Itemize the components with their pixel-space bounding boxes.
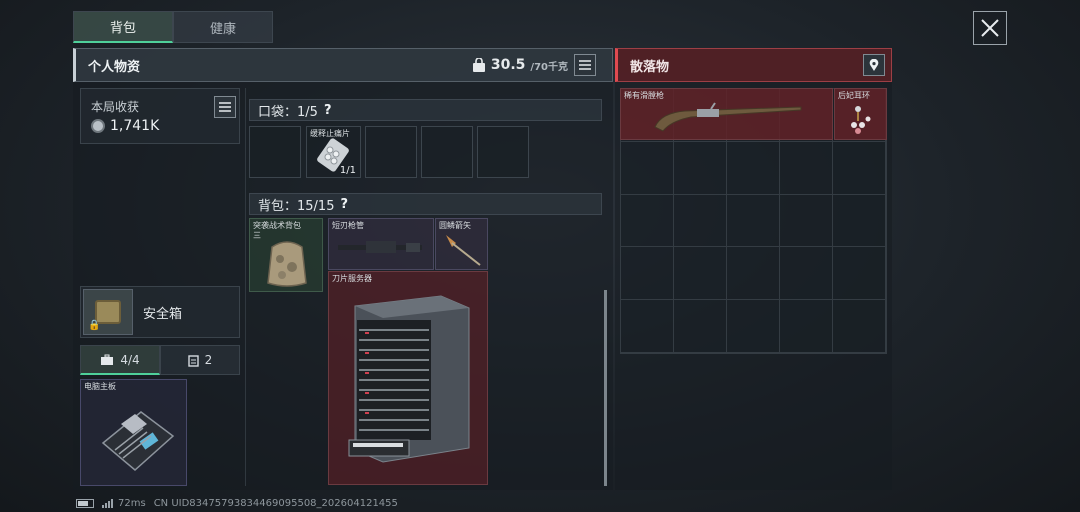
personal-list-button[interactable] (574, 54, 596, 76)
close-button[interactable] (973, 11, 1007, 45)
pocket-slot-4[interactable] (421, 126, 473, 178)
tab-cards[interactable]: 2 (160, 345, 240, 375)
bag-header: 背包：15/15 ? (249, 193, 602, 215)
tab-backpack[interactable]: 背包 (73, 11, 173, 43)
blade-server-icon (348, 295, 470, 463)
weight-display: 30.5 /70千克 (472, 57, 568, 73)
assault-pack-slot[interactable]: 突袭战术背包三 (249, 218, 323, 292)
ping-value: 72ms (118, 498, 146, 509)
coin-icon (91, 119, 105, 133)
backpack-icon (267, 241, 307, 287)
safebox-card[interactable]: 🔒 安全箱 (80, 286, 240, 338)
list-icon (579, 60, 591, 70)
tab-tools[interactable]: 4/4 (80, 345, 160, 375)
lock-icon: 🔒 (88, 320, 101, 331)
scatter-title: 散落物 (630, 59, 670, 75)
motherboard-label: 电脑主板 (84, 382, 116, 391)
weight-max: /70千克 (530, 61, 568, 73)
safebox-subtabs: 4/4 2 (80, 345, 240, 375)
gains-card: 本局收获 1,741K (80, 88, 240, 144)
pocket-slot-3[interactable] (365, 126, 417, 178)
scatter-header: 散落物 (615, 48, 892, 82)
toolbox-icon (101, 354, 114, 365)
personal-header: 个人物资 30.5 /70千克 (73, 48, 613, 82)
barrel-slot[interactable]: 短刃枪管 (328, 218, 434, 270)
tab-tools-count: 4/4 (120, 352, 140, 367)
gun-barrel-icon (338, 241, 422, 253)
column-divider (245, 88, 246, 486)
scatter-location-button[interactable] (863, 54, 885, 76)
server-slot[interactable]: 刀片服务器 (328, 271, 488, 485)
battery-icon (76, 499, 94, 508)
bag-help-icon[interactable]: ? (340, 197, 348, 212)
list-icon (219, 102, 231, 112)
motherboard-icon (101, 411, 175, 471)
signal-icon (102, 499, 113, 508)
clipboard-icon (187, 354, 199, 367)
arrow-slot[interactable]: 圆鳞箭矢 (435, 218, 488, 270)
pocket-label: 口袋：1/5 (258, 104, 318, 120)
tab-cards-count: 2 (204, 353, 213, 367)
server-label: 刀片服务器 (332, 274, 372, 283)
gains-title: 本局收获 (91, 100, 140, 114)
top-tabs: 背包 健康 (73, 11, 273, 43)
pocket-slot-2[interactable]: 缓释止痛片 1/1 (306, 126, 361, 178)
musket-slot[interactable]: 稀有滑膛枪 (620, 88, 833, 140)
pocket-slot-1[interactable] (249, 126, 301, 178)
earring-slot[interactable]: 后妃耳环 (834, 88, 887, 140)
pocket-help-icon[interactable]: ? (324, 103, 332, 118)
uid-text: CN UID83475793834469095508_202604121455 (153, 498, 398, 509)
weight-icon (472, 58, 485, 72)
pocket-slot-2-count: 1/1 (339, 165, 356, 176)
safebox-label: 安全箱 (143, 307, 183, 322)
bag-label: 背包：15/15 (258, 198, 335, 214)
scrollbar[interactable] (604, 290, 607, 486)
arrow-icon (446, 235, 481, 266)
gains-value: 1,741K (110, 118, 160, 134)
weight-value: 30.5 (490, 57, 526, 73)
personal-title: 个人物资 (88, 59, 141, 75)
gains-value-row: 1,741K (91, 118, 159, 134)
arrow-label: 圆鳞箭矢 (439, 221, 471, 230)
close-icon (981, 19, 999, 37)
earring-icon (851, 106, 871, 134)
status-bar: 72ms CN UID83475793834469095508_20260412… (76, 498, 398, 509)
safebox-icon: 🔒 (83, 289, 133, 335)
motherboard-slot[interactable]: 电脑主板 (80, 379, 187, 486)
pocket-slot-5[interactable] (477, 126, 529, 178)
musket-icon (654, 102, 802, 132)
gains-list-button[interactable] (214, 96, 236, 118)
earring-label: 后妃耳环 (838, 91, 870, 100)
pocket-header: 口袋：1/5 ? (249, 99, 602, 121)
tab-health[interactable]: 健康 (173, 11, 273, 43)
location-pin-icon (869, 58, 879, 71)
barrel-label: 短刃枪管 (332, 221, 364, 230)
